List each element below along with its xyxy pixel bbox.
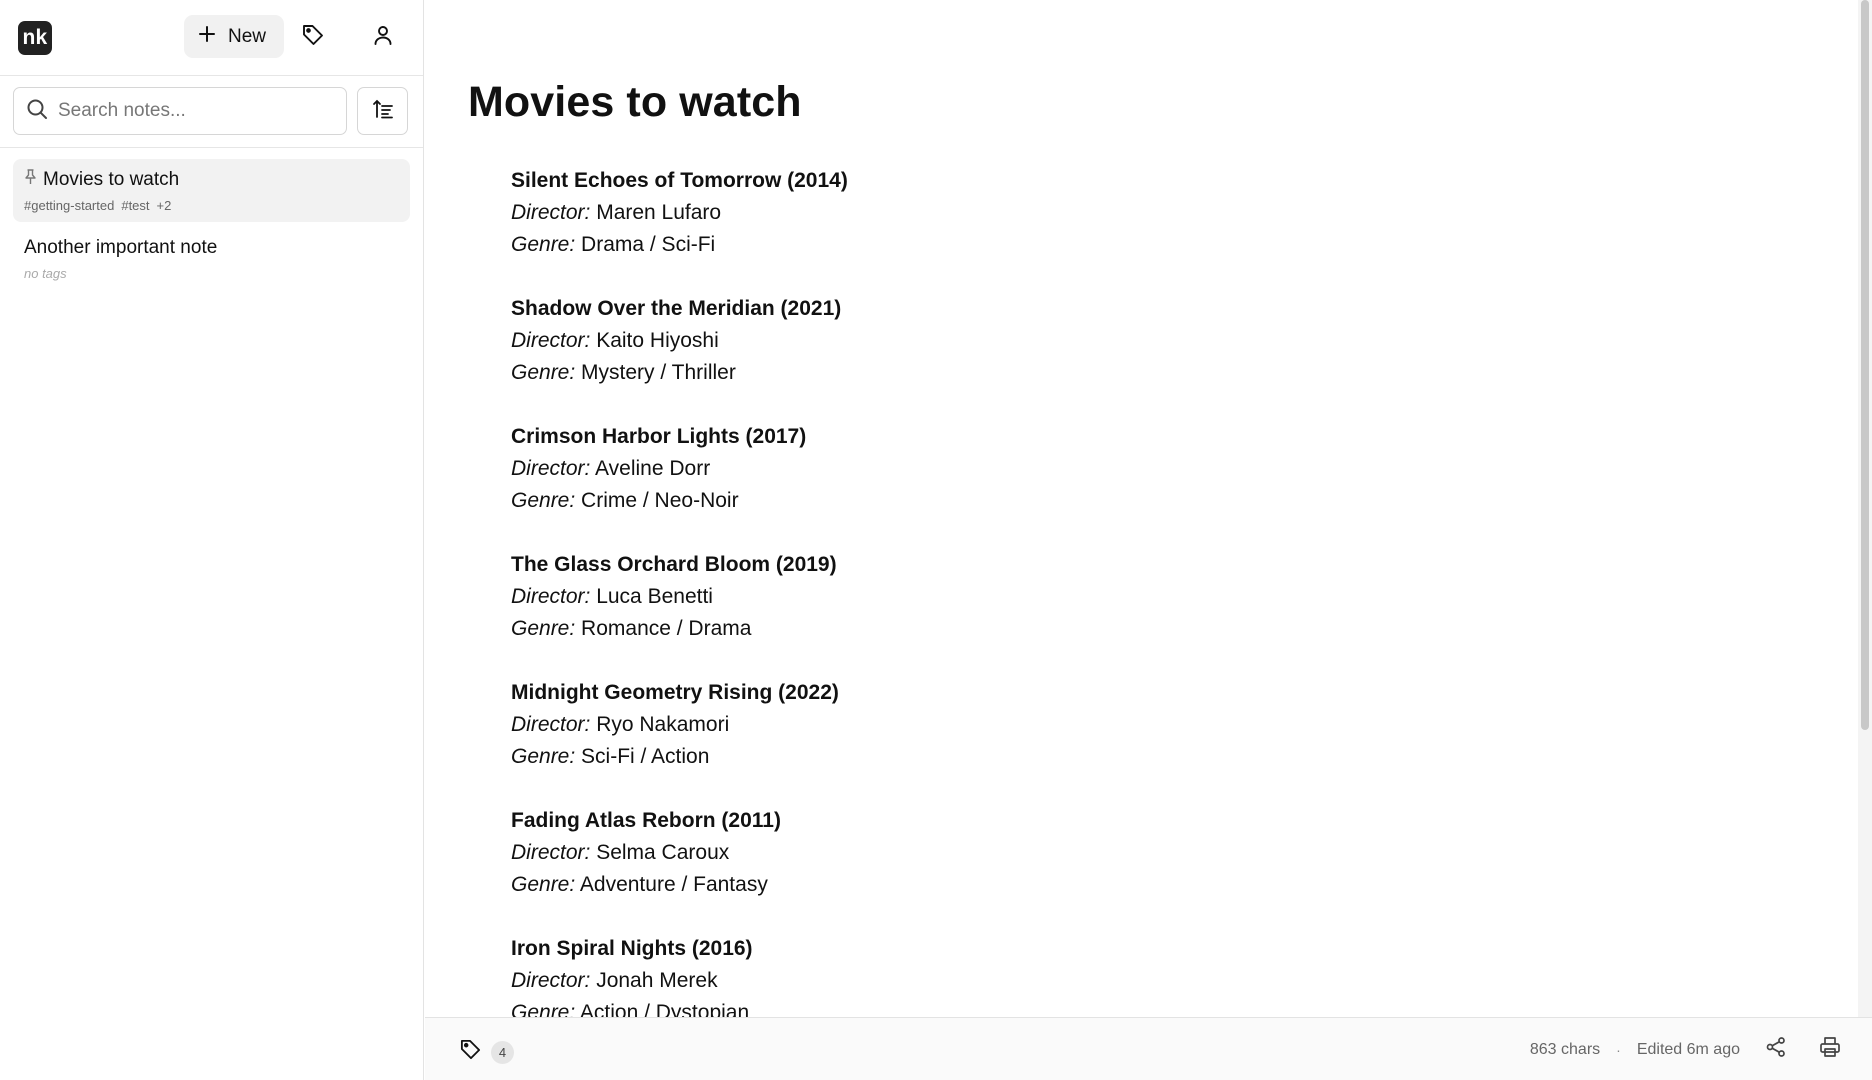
sidebar: nk New Search notes... Movies to watch #… [0,0,424,1080]
editor-pane: Movies to watch Silent Echoes of Tomorro… [425,0,1872,1080]
editor-content[interactable]: Movies to watch Silent Echoes of Tomorro… [425,0,1858,1017]
movie-title: Iron Spiral Nights (2016) [511,937,753,960]
note-item-another-important-note[interactable]: Another important note no tags [13,227,410,290]
char-count: 863 chars [1529,1040,1601,1058]
movie-genre: Genre: Romance / Drama [511,617,752,640]
app-logo[interactable]: nk [18,21,52,55]
movie-entry: Fading Atlas Reborn (2011) Director: Sel… [511,805,848,901]
tag-icon [459,1038,482,1066]
movie-list: Silent Echoes of Tomorrow (2014) Directo… [511,165,848,1017]
print-icon [1819,1036,1841,1063]
note-item-movies-to-watch[interactable]: Movies to watch #getting-started #test +… [13,159,410,222]
movie-title: Midnight Geometry Rising (2022) [511,681,839,704]
tag-chip[interactable]: #test [121,198,149,213]
search-row [0,76,423,148]
note-title: Another important note [24,237,218,258]
plus-icon [198,25,216,48]
new-note-button[interactable]: New [184,15,284,58]
sidebar-header: nk New [0,0,423,76]
movie-entry: The Glass Orchard Bloom (2019) Director:… [511,549,848,645]
movie-title: The Glass Orchard Bloom (2019) [511,553,837,576]
movie-entry: Midnight Geometry Rising (2022) Director… [511,677,848,773]
movie-entry: Iron Spiral Nights (2016) Director: Jona… [511,933,848,1017]
note-tags: #getting-started #test +2 [24,198,399,213]
movie-entry: Crimson Harbor Lights (2017) Director: A… [511,421,848,517]
note-heading: Movies to watch [468,78,802,126]
note-title: Movies to watch [43,169,180,190]
movie-genre: Genre: Drama / Sci-Fi [511,233,716,256]
print-button[interactable] [1812,1032,1848,1068]
movie-title: Fading Atlas Reborn (2011) [511,809,781,832]
movie-director: Director: Luca Benetti [511,585,713,608]
movie-genre: Genre: Action / Dystopian [511,1001,750,1017]
movie-genre: Genre: Mystery / Thriller [511,361,736,384]
tag-icon [301,23,325,52]
tags-button[interactable] [296,20,330,54]
notes-list: Movies to watch #getting-started #test +… [0,148,423,306]
movie-director: Director: Maren Lufaro [511,201,722,224]
movie-title: Shadow Over the Meridian (2021) [511,297,842,320]
sort-icon [372,98,394,125]
movie-director: Director: Aveline Dorr [511,457,711,480]
movie-entry: Shadow Over the Meridian (2021) Director… [511,293,848,389]
editor-footer: 4 863 chars · Edited 6m ago [425,1017,1872,1080]
search-input[interactable] [58,100,328,122]
note-tags-empty: no tags [24,266,67,281]
movie-title: Crimson Harbor Lights (2017) [511,425,807,448]
movie-director: Director: Jonah Merek [511,969,718,992]
movie-director: Director: Selma Caroux [511,841,730,864]
search-icon [26,98,48,125]
share-button[interactable] [1758,1032,1794,1068]
user-icon [372,24,394,51]
editor-scrollbar[interactable] [1858,0,1872,1017]
movie-title: Silent Echoes of Tomorrow (2014) [511,169,848,192]
new-note-label: New [228,25,267,47]
footer-tags-button[interactable]: 4 [459,1038,514,1066]
tag-count-badge: 4 [491,1040,514,1064]
movie-director: Director: Kaito Hiyoshi [511,329,719,352]
movie-director: Director: Ryo Nakamori [511,713,730,736]
footer-status: 863 chars · Edited 6m ago [1530,1018,1872,1080]
account-button[interactable] [366,20,400,54]
tag-chip[interactable]: #getting-started [24,198,114,213]
pin-icon [24,169,37,191]
movie-genre: Genre: Adventure / Fantasy [511,873,768,896]
share-icon [1765,1036,1787,1063]
separator: · [1616,1041,1621,1058]
movie-genre: Genre: Sci-Fi / Action [511,745,710,768]
scrollbar-thumb[interactable] [1861,0,1869,730]
movie-entry: Silent Echoes of Tomorrow (2014) Directo… [511,165,848,261]
sort-button[interactable] [357,87,408,135]
edited-time: Edited 6m ago [1636,1040,1740,1058]
movie-genre: Genre: Crime / Neo-Noir [511,489,739,512]
more-tags-count: +2 [156,198,172,213]
search-box [13,87,347,135]
